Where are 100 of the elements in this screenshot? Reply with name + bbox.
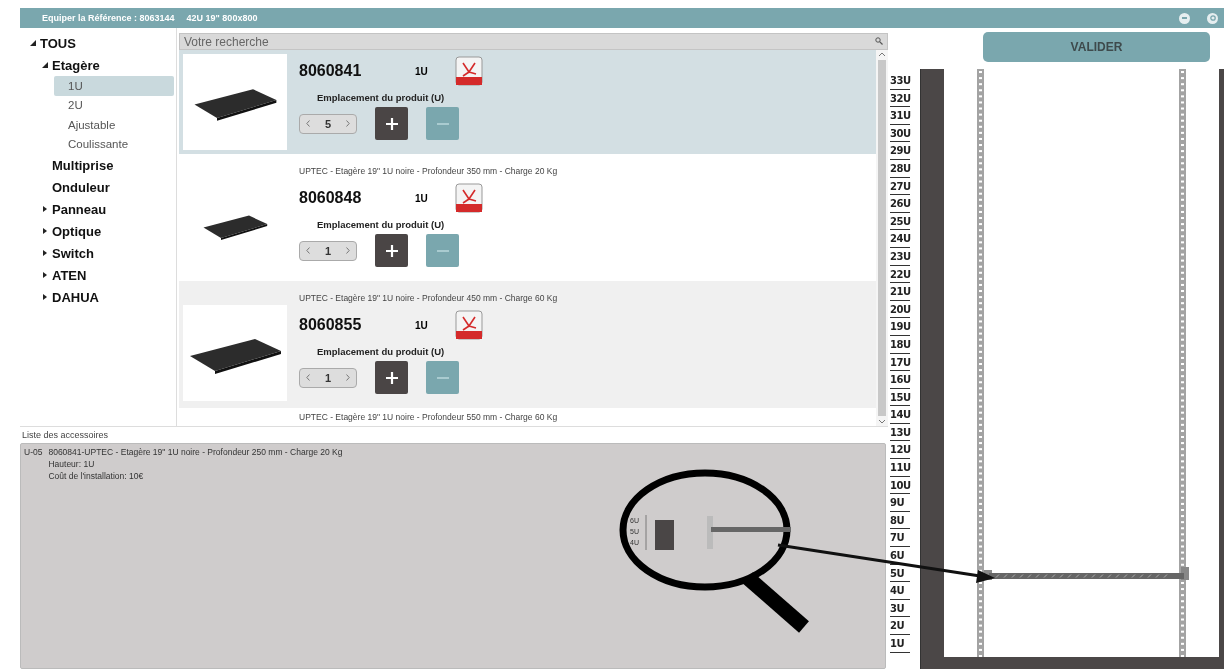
tree-item[interactable]: Switch [42, 242, 174, 264]
unit-label: 18U [890, 335, 910, 354]
unit-label: 22U [890, 265, 910, 284]
plus-icon [384, 116, 399, 131]
product-description: UPTEC - Etagère 19" 1U noire - Profondeur 450 mm - Charge 60 Kg [299, 293, 558, 303]
tree-item[interactable]: Etagère [42, 54, 174, 76]
accessory-name: 8060841-UPTEC - Etagère 19" 1U noire - Profondeur 250 mm - Charge 20 Kg [48, 447, 343, 457]
unit-label: 25U [890, 212, 910, 231]
position-stepper[interactable]: 1 [299, 367, 357, 388]
add-button[interactable] [375, 361, 408, 394]
product-item[interactable]: UPTEC - Etagère 19" 1U noire - Profondeur 450 mm - Charge 60 Kg 8060855 1U Emplacement du produit (U) 1 [179, 281, 876, 408]
minimize-icon [1182, 17, 1187, 19]
add-button[interactable] [375, 107, 408, 140]
product-description: UPTEC - Etagère 19" 1U noire - Profondeur 550 mm - Charge 60 Kg [299, 412, 558, 422]
chevron-left-icon[interactable] [306, 374, 310, 381]
tree-item[interactable]: Optique [42, 220, 174, 242]
add-button[interactable] [375, 234, 408, 267]
product-reference: 8060855 [299, 316, 363, 334]
position-stepper[interactable]: 1 [299, 240, 357, 261]
unit-label: 21U [890, 283, 910, 301]
unit-label: 3U [890, 599, 910, 618]
product-height: 1U [415, 319, 429, 331]
minus-icon [436, 122, 449, 125]
unit-label: 5U [890, 564, 910, 583]
tree-item[interactable]: Onduleur [42, 176, 174, 198]
unit-label: 19U [890, 318, 910, 336]
accessory-detail: Coût de l'installation: 10€ [48, 471, 145, 481]
tree-item[interactable]: Multiprise [42, 154, 174, 176]
chevron-right-icon[interactable] [346, 120, 350, 127]
position-label: Emplacement du produit (U) [317, 346, 446, 357]
unit-label: 26U [890, 195, 910, 213]
unit-label: 27U [890, 177, 910, 196]
accessory-detail: Hauteur: 1U [48, 459, 96, 469]
minus-icon [436, 376, 449, 379]
product-reference: 8060848 [299, 189, 363, 207]
unit-label: 11U [890, 459, 910, 477]
unit-label: 14U [890, 406, 910, 424]
unit-label: 24U [890, 230, 910, 248]
tree-item[interactable]: Coulissante [54, 134, 174, 154]
unit-label: 6U [890, 547, 910, 565]
window-title: Equiper la Référence : 8063144 [42, 13, 175, 23]
unit-label: 23U [890, 247, 910, 266]
expanded-icon[interactable] [30, 40, 36, 46]
pdf-icon[interactable] [455, 56, 483, 86]
pdf-icon[interactable] [455, 310, 483, 340]
search-field[interactable]: Votre recherche [179, 33, 888, 50]
pdf-icon[interactable] [455, 183, 483, 213]
tree-item[interactable]: TOUS [30, 32, 174, 54]
ring-icon [1209, 15, 1216, 21]
collapsed-icon[interactable] [42, 272, 48, 278]
accessories-label: Liste des accessoires [21, 429, 110, 442]
window-subtitle: 42U 19" 800x800 [186, 13, 258, 23]
unit-label: 12U [890, 441, 910, 460]
unit-label: 7U [890, 529, 910, 548]
position-stepper[interactable]: 5 [299, 113, 357, 134]
collapsed-icon[interactable] [42, 206, 48, 212]
unit-label: 20U [890, 300, 910, 319]
product-item[interactable]: 8060841 1U Emplacement du produit (U) 5 [179, 50, 876, 154]
tree-item[interactable]: ATEN [42, 264, 174, 286]
product-description: UPTEC - Etagère 19" 1U noire - Profondeur 350 mm - Charge 20 Kg [299, 166, 558, 176]
unit-label: 9U [890, 494, 910, 512]
position-label: Emplacement du produit (U) [317, 219, 446, 230]
unit-label: 8U [890, 511, 910, 530]
plus-icon [384, 370, 399, 385]
tree-item[interactable]: Panneau [42, 198, 174, 220]
chevron-left-icon[interactable] [306, 120, 310, 127]
unit-label: 29U [890, 142, 910, 160]
minus-icon [436, 249, 449, 252]
product-height: 1U [415, 65, 429, 77]
accessory-code: U-05 [24, 447, 43, 459]
chevron-left-icon[interactable] [306, 247, 310, 254]
unit-label: 30U [890, 124, 910, 143]
unit-label: 13U [890, 423, 910, 442]
expanded-icon[interactable] [42, 62, 48, 68]
scroll-bar[interactable] [876, 50, 888, 426]
collapsed-icon[interactable] [42, 250, 48, 256]
unit-label: 33U [890, 72, 910, 90]
search-icon [875, 37, 883, 45]
unit-label: 28U [890, 159, 910, 178]
unit-label: 15U [890, 388, 910, 407]
chevron-right-icon[interactable] [346, 374, 350, 381]
collapsed-icon[interactable] [42, 294, 48, 300]
tree-item[interactable]: 2U [54, 95, 174, 115]
unit-label: 31U [890, 107, 910, 125]
unit-label: 16U [890, 371, 910, 389]
unit-label: 17U [890, 353, 910, 372]
position-label: Emplacement du produit (U) [317, 92, 446, 103]
unit-label: 1U [890, 635, 910, 653]
unit-label: 10U [890, 476, 910, 495]
unit-label: 4U [890, 582, 910, 600]
product-reference: 8060841 [299, 62, 363, 80]
tree-item[interactable]: DAHUA [42, 286, 174, 308]
collapsed-icon[interactable] [42, 228, 48, 234]
chevron-right-icon[interactable] [346, 247, 350, 254]
plus-icon [384, 243, 399, 258]
unit-label: 2U [890, 617, 910, 635]
unit-label: 32U [890, 89, 910, 108]
product-height: 1U [415, 192, 429, 204]
tree-item[interactable]: 1U [54, 76, 174, 96]
tree-item[interactable]: Ajustable [54, 115, 174, 135]
